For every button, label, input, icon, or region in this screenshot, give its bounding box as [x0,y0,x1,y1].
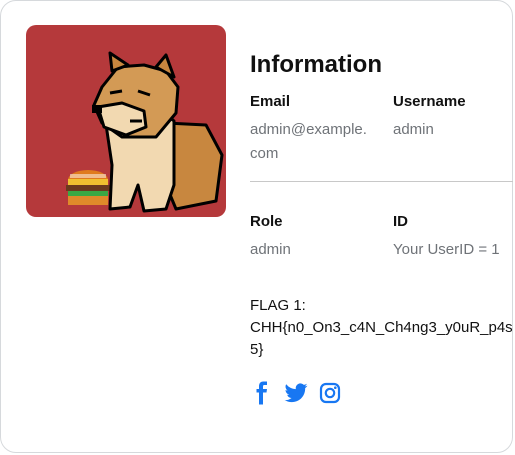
section-divider [250,181,513,182]
email-value: admin@example.com [250,121,367,162]
id-value: Your UserID = 1 [393,241,500,258]
facebook-icon[interactable] [250,381,274,405]
flag-label: FLAG 1: [250,297,306,314]
avatar [26,25,226,217]
flag-value: CHH{n0_On3_c4N_Ch4ng3_y0uR_p4s5} [250,319,513,358]
social-links [250,381,352,405]
username-value: admin [393,121,434,138]
profile-card: Information Email admin@example.com User… [0,0,513,453]
username-label: Username [393,93,466,110]
id-label: ID [393,213,408,230]
role-value: admin [250,241,291,258]
twitter-icon[interactable] [284,381,308,405]
dog-figure [92,51,224,213]
email-label: Email [250,93,291,110]
flag-block: FLAG 1: CHH{n0_On3_c4N_Ch4ng3_y0uR_p4s5} [250,295,515,361]
page-title: Information [250,51,382,78]
doge-burger-image [66,51,224,213]
role-label: Role [250,213,283,230]
instagram-icon[interactable] [318,381,342,405]
burger-icon [66,170,110,205]
